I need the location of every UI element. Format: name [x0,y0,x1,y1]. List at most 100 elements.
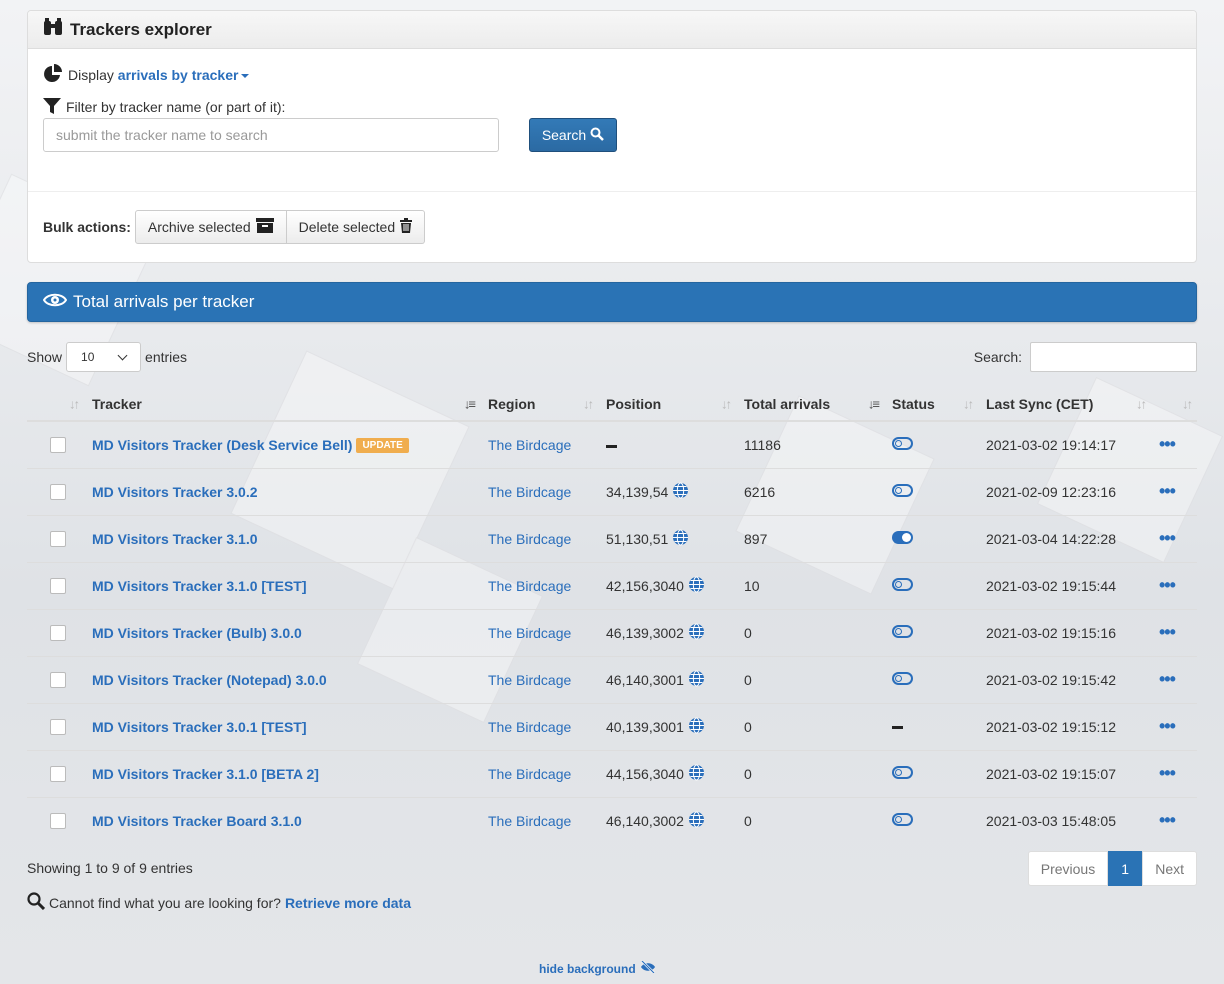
column-header-region[interactable]: Region ↓↑ [480,388,598,422]
region-link[interactable]: The Birdcage [488,437,571,453]
search-icon [590,127,605,144]
bulk-actions-label: Bulk actions: [43,219,131,235]
more-options-icon[interactable]: ••• [1159,669,1176,689]
toggle-off-icon[interactable] [892,765,913,779]
tracker-name-link[interactable]: MD Visitors Tracker 3.1.0 [92,531,258,547]
globe-icon[interactable] [688,764,705,784]
status-empty-dash [892,726,903,730]
region-link[interactable]: The Birdcage [488,719,571,735]
region-link[interactable]: The Birdcage [488,766,571,782]
toggle-off-icon[interactable] [892,812,913,826]
row-checkbox[interactable] [50,577,66,594]
globe-icon[interactable] [672,529,689,549]
toggle-off-icon[interactable] [892,671,913,685]
region-link[interactable]: The Birdcage [488,672,571,688]
table-row[interactable]: MD Visitors Tracker (Notepad) 3.0.0 The … [27,655,1197,703]
row-checkbox[interactable] [50,530,66,547]
arrivals-value: 6216 [744,483,776,500]
actions-column-header[interactable]: ↓↑ [1151,388,1197,422]
tracker-name-link[interactable]: MD Visitors Tracker 3.1.0 [TEST] [92,578,307,594]
tracker-name-link[interactable]: MD Visitors Tracker Board 3.1.0 [92,813,302,829]
tracker-cell: MD Visitors Tracker 3.0.2 [84,467,480,515]
table-row[interactable]: MD Visitors Tracker 3.1.0 [BETA 2] The B… [27,749,1197,797]
toggle-off-icon[interactable] [892,436,913,450]
arrivals-cell: 10 [736,561,884,609]
position-cell: 40,139,3001 [598,702,736,750]
globe-icon[interactable] [688,623,705,643]
row-checkbox[interactable] [50,671,66,688]
retrieve-more-data-link[interactable]: Retrieve more data [285,895,411,911]
tracker-name-link[interactable]: MD Visitors Tracker 3.0.1 [TEST] [92,719,307,735]
display-mode-dropdown[interactable]: arrivals by tracker [118,67,250,83]
table-row[interactable]: MD Visitors Tracker 3.1.0 [TEST] The Bir… [27,561,1197,609]
table-row[interactable]: MD Visitors Tracker 3.1.0 The Birdcage 5… [27,514,1197,562]
tracker-name-link[interactable]: MD Visitors Tracker 3.1.0 [BETA 2] [92,766,319,782]
search-button[interactable]: Search [529,118,617,152]
globe-icon[interactable] [672,482,689,502]
globe-icon[interactable] [688,576,705,596]
bulk-button-group: Archive selected Delete selected [134,210,426,244]
pie-chart-icon [43,63,68,87]
column-header-last-sync[interactable]: Last Sync (CET) ↓↑ [978,388,1151,422]
column-label: Region [488,396,536,412]
globe-icon[interactable] [688,717,705,737]
next-page-button[interactable]: Next [1142,851,1197,886]
tracker-name-link[interactable]: MD Visitors Tracker (Notepad) 3.0.0 [92,672,327,688]
archive-selected-button[interactable]: Archive selected [134,210,287,244]
column-header-status[interactable]: Status ↓↑ [884,388,978,422]
globe-icon[interactable] [688,811,705,831]
toggle-on-icon[interactable] [892,530,913,544]
entries-per-page-select[interactable]: 10 [66,342,142,372]
row-checkbox[interactable] [50,718,66,735]
tracker-name-link[interactable]: MD Visitors Tracker (Desk Service Bell) [92,437,352,453]
delete-selected-button[interactable]: Delete selected [286,210,426,244]
more-options-icon[interactable]: ••• [1159,434,1176,454]
toggle-off-icon[interactable] [892,483,913,497]
last-sync-value: 2021-03-04 14:22:28 [986,530,1116,547]
position-value: 42,156,3040 [606,576,736,596]
position-value: 40,139,3001 [606,717,736,737]
archive-icon [255,218,274,236]
column-header-arrivals[interactable]: Total arrivals ↓≡ [736,388,884,422]
more-options-icon[interactable]: ••• [1159,528,1176,548]
tracker-name-link[interactable]: MD Visitors Tracker 3.0.2 [92,484,258,500]
toggle-off-icon[interactable] [892,577,913,591]
toggle-off-icon[interactable] [892,624,913,638]
show-entries: Show 10 entries [27,342,187,372]
sort-desc-icon: ↓≡ [867,396,880,412]
more-options-icon[interactable]: ••• [1159,622,1176,642]
table-row[interactable]: MD Visitors Tracker 3.0.1 [TEST] The Bir… [27,702,1197,750]
page-1-button[interactable]: 1 [1108,851,1143,886]
update-badge[interactable]: UPDATE [356,437,409,453]
row-checkbox[interactable] [50,483,66,500]
more-options-icon[interactable]: ••• [1159,481,1176,501]
more-options-icon[interactable]: ••• [1159,810,1176,830]
select-column-header[interactable]: ↓↑ [27,388,84,422]
more-options-icon[interactable]: ••• [1159,575,1176,595]
region-link[interactable]: The Birdcage [488,484,571,500]
region-link[interactable]: The Birdcage [488,578,571,594]
table-info: Showing 1 to 9 of 9 entries [27,860,193,876]
table-search-input[interactable] [1030,342,1197,372]
region-link[interactable]: The Birdcage [488,531,571,547]
table-row[interactable]: MD Visitors Tracker (Desk Service Bell) U… [27,420,1197,468]
sort-asc-icon: ↓≡ [463,396,476,412]
row-checkbox[interactable] [50,436,66,453]
more-options-icon[interactable]: ••• [1159,763,1176,783]
tracker-search-input[interactable] [43,118,499,152]
table-row[interactable]: MD Visitors Tracker 3.0.2 The Birdcage 3… [27,467,1197,515]
table-row[interactable]: MD Visitors Tracker (Bulb) 3.0.0 The Bir… [27,608,1197,656]
column-header-tracker[interactable]: Tracker ↓≡ [84,388,480,422]
table-row[interactable]: MD Visitors Tracker Board 3.1.0 The Bird… [27,796,1197,844]
more-options-icon[interactable]: ••• [1159,716,1176,736]
row-checkbox[interactable] [50,812,66,829]
row-checkbox[interactable] [50,624,66,641]
hide-background-link[interactable]: hide background [539,960,656,976]
globe-icon[interactable] [688,670,705,690]
row-checkbox[interactable] [50,765,66,782]
previous-page-button[interactable]: Previous [1027,851,1109,886]
column-header-position[interactable]: Position ↓↑ [598,388,736,422]
region-link[interactable]: The Birdcage [488,813,571,829]
region-link[interactable]: The Birdcage [488,625,571,641]
tracker-name-link[interactable]: MD Visitors Tracker (Bulb) 3.0.0 [92,625,302,641]
